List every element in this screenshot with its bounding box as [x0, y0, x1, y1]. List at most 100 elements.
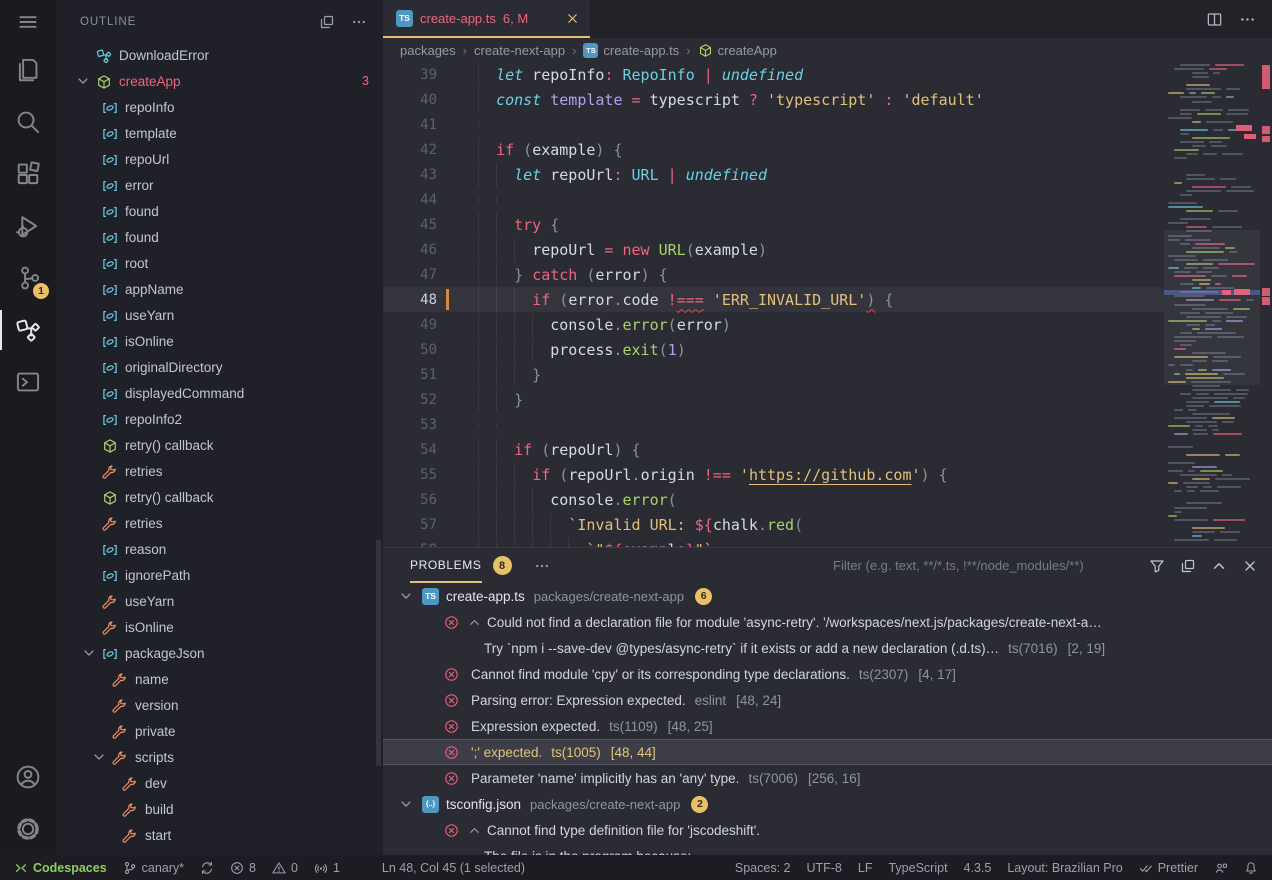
activity-extensions-icon[interactable]	[0, 148, 56, 200]
code-line-47[interactable]: 47 } catch (error) {	[383, 262, 1272, 287]
view-as-table-icon[interactable]	[1180, 558, 1196, 574]
code-line-51[interactable]: 51 }	[383, 362, 1272, 387]
outline-item-private[interactable]: private	[56, 719, 383, 745]
outline-item-retries[interactable]: retries	[56, 511, 383, 537]
problem-row[interactable]: Parameter 'name' implicitly has an 'any'…	[383, 765, 1272, 791]
outline-item-retry-callback[interactable]: retry() callback	[56, 433, 383, 459]
code-line-56[interactable]: 56 console.error(	[383, 487, 1272, 512]
chevron-down-icon[interactable]	[76, 74, 90, 91]
problem-row[interactable]: ';' expected.ts(1005)[48, 44]	[383, 739, 1272, 765]
problems-file-tsconfig-json[interactable]: {..} tsconfig.json packages/create-next-…	[383, 791, 1272, 817]
outline-item-error[interactable]: error	[56, 173, 383, 199]
outline-item-useyarn[interactable]: useYarn	[56, 303, 383, 329]
outline-item-packagejson[interactable]: packageJson	[56, 641, 383, 667]
code-line-48[interactable]: 48 if (error.code !=== 'ERR_INVALID_URL'…	[383, 287, 1272, 312]
outline-item-displayedcommand[interactable]: displayedCommand	[56, 381, 383, 407]
code-line-50[interactable]: 50 process.exit(1)	[383, 337, 1272, 362]
activity-gear-icon[interactable]	[0, 803, 56, 855]
code-line-43[interactable]: 43 let repoUrl: URL | undefined	[383, 162, 1272, 187]
outline-item-root[interactable]: root	[56, 251, 383, 277]
outline-item-dev[interactable]: dev	[56, 771, 383, 797]
outline-item-downloaderror[interactable]: DownloadError	[56, 43, 383, 69]
code-line-58[interactable]: 58 `"${example}"`	[383, 537, 1272, 547]
status-prettier[interactable]: Prettier	[1131, 855, 1206, 880]
activity-references-icon[interactable]	[0, 304, 56, 356]
outline-item-name[interactable]: name	[56, 667, 383, 693]
activity-terminal-panel-icon[interactable]	[0, 356, 56, 408]
more-actions-icon[interactable]	[351, 14, 367, 30]
problems-filter-input[interactable]	[831, 557, 1135, 574]
status-codespaces[interactable]: Codespaces	[6, 855, 115, 880]
outline-item-originaldirectory[interactable]: originalDirectory	[56, 355, 383, 381]
code-line-40[interactable]: 40 const template = typescript ? 'typesc…	[383, 87, 1272, 112]
status-bell-icon[interactable]	[1236, 855, 1266, 880]
status-ln-48-col-45-1-selected-[interactable]: Ln 48, Col 45 (1 selected)	[374, 855, 533, 880]
chevron-up-icon[interactable]	[468, 824, 481, 837]
outline-item-appname[interactable]: appName	[56, 277, 383, 303]
chevron-down-icon[interactable]	[399, 589, 413, 603]
status-utf-8[interactable]: UTF-8	[798, 855, 849, 880]
code-line-41[interactable]: 41	[383, 112, 1272, 137]
activity-explorer-icon[interactable]	[0, 44, 56, 96]
split-editor-icon[interactable]	[1206, 11, 1223, 28]
outline-item-found[interactable]: found	[56, 225, 383, 251]
outline-item-useyarn[interactable]: useYarn	[56, 589, 383, 615]
status-8[interactable]: 8	[222, 855, 264, 880]
status-feedback-icon[interactable]	[1206, 855, 1236, 880]
code-line-53[interactable]: 53	[383, 412, 1272, 437]
minimap[interactable]	[1164, 62, 1260, 547]
status-lf[interactable]: LF	[850, 855, 881, 880]
chevron-down-icon[interactable]	[399, 797, 413, 811]
chevron-down-icon[interactable]	[82, 646, 96, 663]
more-actions-icon[interactable]	[534, 558, 550, 574]
outline-item-retry-callback[interactable]: retry() callback	[56, 485, 383, 511]
close-icon[interactable]	[1242, 558, 1258, 574]
code-line-42[interactable]: 42 if (example) {	[383, 137, 1272, 162]
tab-problems[interactable]: PROBLEMS	[410, 548, 482, 583]
outline-item-version[interactable]: version	[56, 693, 383, 719]
outline-item-repourl[interactable]: repoUrl	[56, 147, 383, 173]
outline-item-repoinfo2[interactable]: repoInfo2	[56, 407, 383, 433]
breadcrumb-createapp[interactable]: createApp	[698, 43, 777, 58]
status-canary-[interactable]: canary*	[115, 855, 192, 880]
outline-item-found[interactable]: found	[56, 199, 383, 225]
tab-create-app[interactable]: TS create-app.ts 6, M	[383, 0, 590, 38]
problem-row[interactable]: Parsing error: Expression expected.eslin…	[383, 687, 1272, 713]
code-line-45[interactable]: 45 try {	[383, 212, 1272, 237]
outline-item-build[interactable]: build	[56, 797, 383, 823]
outline-item-template[interactable]: template	[56, 121, 383, 147]
outline-item-reason[interactable]: reason	[56, 537, 383, 563]
problem-row[interactable]: Cannot find module 'cpy' or its correspo…	[383, 661, 1272, 687]
outline-item-repoinfo[interactable]: repoInfo	[56, 95, 383, 121]
sidebar-scrollbar[interactable]	[376, 540, 381, 766]
code-editor[interactable]: 39 let repoInfo: RepoInfo | undefined40 …	[383, 62, 1272, 547]
status-typescript[interactable]: TypeScript	[880, 855, 955, 880]
activity-menu-icon[interactable]	[0, 0, 56, 44]
activity-run-debug-icon[interactable]	[0, 200, 56, 252]
code-line-39[interactable]: 39 let repoInfo: RepoInfo | undefined	[383, 62, 1272, 87]
status-4-3-5[interactable]: 4.3.5	[956, 855, 1000, 880]
outline-item-ignorepath[interactable]: ignorePath	[56, 563, 383, 589]
status-1[interactable]: 1	[306, 855, 348, 880]
close-icon[interactable]	[565, 11, 580, 26]
problem-row[interactable]: Expression expected.ts(1109)[48, 25]	[383, 713, 1272, 739]
problems-file-create-app-ts[interactable]: TS create-app.ts packages/create-next-ap…	[383, 583, 1272, 609]
problem-related-info[interactable]: Try `npm i --save-dev @types/async-retry…	[383, 635, 1272, 661]
collapse-all-icon[interactable]	[319, 14, 335, 30]
activity-source-control-icon[interactable]: 1	[0, 252, 56, 304]
outline-item-isonline[interactable]: isOnline	[56, 329, 383, 355]
code-line-44[interactable]: 44	[383, 187, 1272, 212]
chevron-up-icon[interactable]	[468, 616, 481, 629]
status-layout-brazilian-pro[interactable]: Layout: Brazilian Pro	[999, 855, 1130, 880]
activity-account-icon[interactable]	[0, 751, 56, 803]
code-line-57[interactable]: 57 `Invalid URL: ${chalk.red(	[383, 512, 1272, 537]
breadcrumb-packages[interactable]: packages	[400, 43, 456, 58]
outline-item-isonline[interactable]: isOnline	[56, 615, 383, 641]
outline-item-createapp[interactable]: createApp3	[56, 69, 383, 95]
chevron-down-icon[interactable]	[92, 750, 106, 767]
chevron-up-icon[interactable]	[1211, 558, 1227, 574]
filter-icon[interactable]	[1149, 558, 1165, 574]
outline-item-retries[interactable]: retries	[56, 459, 383, 485]
status-sync-icon[interactable]	[192, 855, 222, 880]
outline-item-start[interactable]: start	[56, 823, 383, 849]
